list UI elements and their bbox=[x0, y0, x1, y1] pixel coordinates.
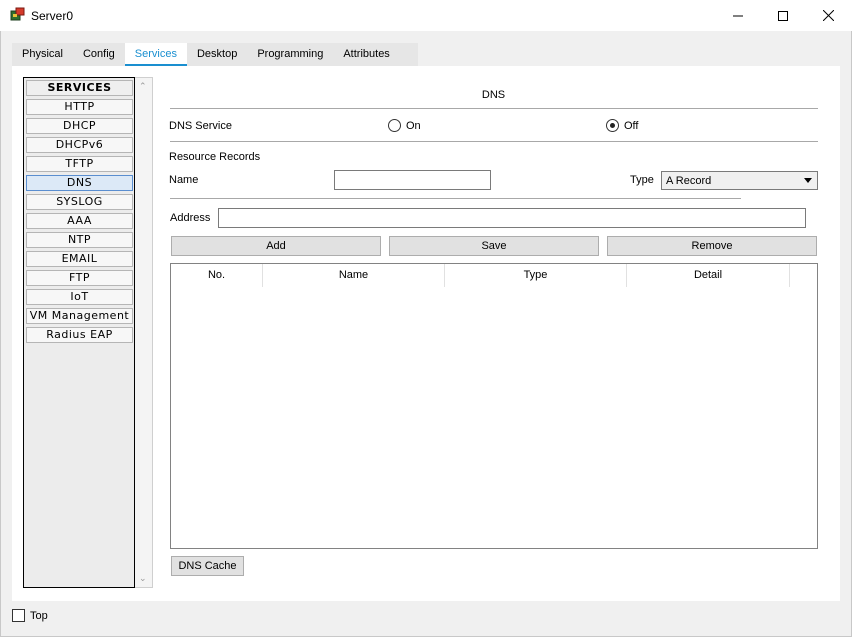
service-item-radius-eap[interactable]: Radius EAP bbox=[26, 327, 133, 343]
dns-section-title: DNS bbox=[481, 89, 506, 101]
services-scrollbar[interactable]: ⌃ ⌄ bbox=[135, 77, 153, 588]
service-item-email[interactable]: EMAIL bbox=[26, 251, 133, 267]
scroll-up-icon[interactable]: ⌃ bbox=[139, 81, 147, 92]
maximize-icon bbox=[778, 10, 788, 21]
service-item-dhcp[interactable]: DHCP bbox=[26, 118, 133, 134]
remove-button[interactable]: Remove bbox=[607, 236, 817, 256]
save-button[interactable]: Save bbox=[389, 236, 599, 256]
dns-on-radio[interactable] bbox=[388, 119, 401, 132]
services-header: SERVICES bbox=[26, 80, 133, 96]
divider bbox=[170, 108, 818, 109]
dns-records-table[interactable]: No. Name Type Detail bbox=[170, 263, 818, 549]
chevron-down-icon bbox=[804, 178, 812, 183]
service-item-tftp[interactable]: TFTP bbox=[26, 156, 133, 172]
window-title: Server0 bbox=[31, 9, 74, 23]
close-button[interactable] bbox=[805, 0, 851, 31]
dns-cache-button[interactable]: DNS Cache bbox=[171, 556, 244, 576]
dns-off-radio[interactable] bbox=[606, 119, 619, 132]
address-label: Address bbox=[170, 212, 211, 224]
tab-attributes[interactable]: Attributes bbox=[333, 43, 399, 66]
type-select-value: A Record bbox=[666, 175, 712, 187]
service-item-http[interactable]: HTTP bbox=[26, 99, 133, 115]
server-app-icon bbox=[10, 7, 25, 21]
divider bbox=[170, 141, 818, 142]
column-header-name[interactable]: Name bbox=[263, 264, 445, 287]
service-item-ftp[interactable]: FTP bbox=[26, 270, 133, 286]
address-input[interactable] bbox=[218, 208, 806, 228]
name-label: Name bbox=[169, 174, 199, 186]
resource-records-label: Resource Records bbox=[169, 151, 261, 163]
minimize-icon bbox=[733, 15, 743, 16]
type-label: Type bbox=[630, 174, 654, 186]
close-icon bbox=[822, 10, 834, 21]
column-header-detail[interactable]: Detail bbox=[627, 264, 790, 287]
top-checkbox[interactable] bbox=[12, 609, 25, 622]
column-header-type[interactable]: Type bbox=[445, 264, 627, 287]
title-bar: Server0 bbox=[0, 0, 852, 31]
scroll-down-icon[interactable]: ⌄ bbox=[139, 573, 147, 584]
service-item-dhcpv6[interactable]: DHCPv6 bbox=[26, 137, 133, 153]
minimize-button[interactable] bbox=[715, 0, 761, 31]
tab-physical[interactable]: Physical bbox=[12, 43, 73, 66]
add-button[interactable]: Add bbox=[171, 236, 381, 256]
type-select[interactable]: A Record bbox=[661, 171, 818, 190]
name-input[interactable] bbox=[334, 170, 491, 190]
dns-service-label: DNS Service bbox=[169, 120, 232, 132]
service-item-aaa[interactable]: AAA bbox=[26, 213, 133, 229]
tab-bar: Physical Config Services Desktop Program… bbox=[12, 43, 400, 67]
top-checkbox-label[interactable]: Top bbox=[30, 610, 48, 622]
tab-config[interactable]: Config bbox=[73, 43, 125, 66]
tab-desktop[interactable]: Desktop bbox=[187, 43, 247, 66]
service-item-iot[interactable]: IoT bbox=[26, 289, 133, 305]
column-header-no[interactable]: No. bbox=[171, 264, 263, 287]
dns-on-label[interactable]: On bbox=[406, 120, 421, 132]
divider bbox=[170, 198, 741, 199]
maximize-button[interactable] bbox=[760, 0, 806, 31]
dns-off-label[interactable]: Off bbox=[624, 120, 638, 132]
tab-programming[interactable]: Programming bbox=[247, 43, 333, 66]
service-item-syslog[interactable]: SYSLOG bbox=[26, 194, 133, 210]
service-item-dns[interactable]: DNS bbox=[26, 175, 133, 191]
tab-services[interactable]: Services bbox=[124, 43, 188, 67]
service-item-ntp[interactable]: NTP bbox=[26, 232, 133, 248]
service-item-vm-management[interactable]: VM Management bbox=[26, 308, 133, 324]
